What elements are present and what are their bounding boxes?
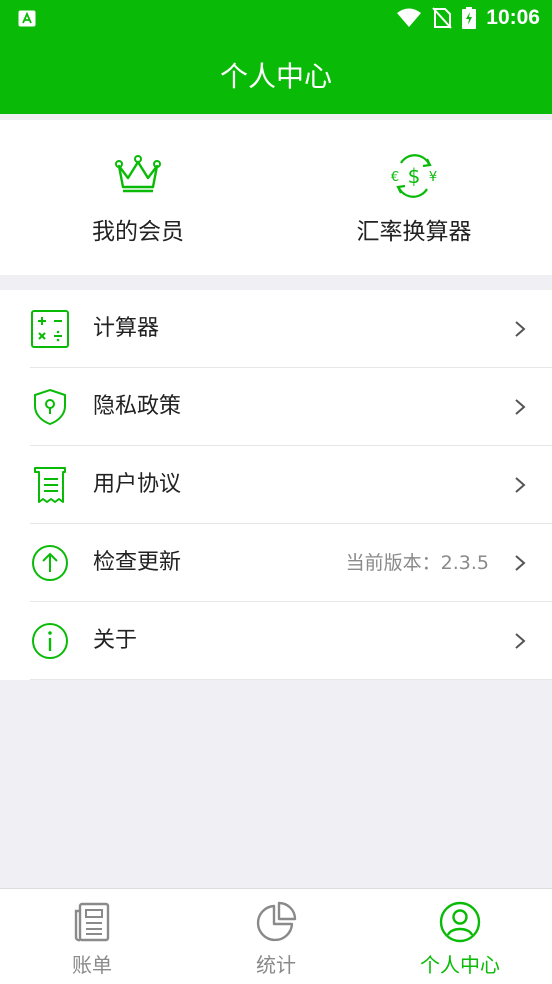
shield-icon bbox=[34, 388, 66, 426]
arrow-up-circle-icon bbox=[32, 545, 68, 581]
wifi-icon bbox=[397, 8, 422, 27]
shortcut-label: 我的会员 bbox=[92, 219, 184, 245]
menu-item-label: 计算器 bbox=[93, 316, 160, 341]
crown-icon bbox=[115, 155, 161, 193]
bill-icon bbox=[74, 902, 110, 942]
pie-chart-icon bbox=[256, 901, 297, 942]
currency-converter-button[interactable]: $ € ¥ 汇率换算器 bbox=[276, 120, 552, 275]
status-icons: 10:06 bbox=[396, 0, 540, 36]
chevron-right-icon bbox=[515, 399, 526, 415]
tab-profile[interactable]: 个人中心 bbox=[368, 889, 552, 984]
shortcut-card: 我的会员 $ € ¥ 汇率换算器 bbox=[0, 120, 552, 275]
tab-label: 个人中心 bbox=[420, 953, 500, 977]
info-icon bbox=[32, 623, 68, 659]
menu-item-label: 隐私政策 bbox=[93, 394, 182, 419]
no-sim-icon bbox=[432, 7, 453, 29]
chevron-right-icon bbox=[515, 633, 526, 649]
menu-item-label: 关于 bbox=[93, 628, 138, 653]
svg-text:€: € bbox=[391, 170, 399, 185]
chevron-right-icon bbox=[515, 555, 526, 571]
menu-item-privacy-policy[interactable]: 隐私政策 bbox=[0, 368, 552, 446]
menu-item-label: 检查更新 bbox=[93, 550, 182, 575]
tab-bills[interactable]: 账单 bbox=[0, 889, 184, 984]
menu-item-label: 用户协议 bbox=[93, 472, 182, 497]
tab-label: 账单 bbox=[72, 953, 112, 977]
menu-item-check-update[interactable]: 检查更新 当前版本：2.3.5 bbox=[0, 524, 552, 602]
calculator-icon bbox=[31, 310, 69, 348]
app-notification-icon bbox=[18, 10, 36, 27]
page-title: 个人中心 bbox=[219, 60, 332, 93]
battery-charging-icon bbox=[462, 7, 477, 29]
settings-list: 计算器 隐私政策 用户协议 检查更新 当前版本：2.3.5 关于 bbox=[0, 290, 552, 680]
chevron-right-icon bbox=[515, 477, 526, 493]
menu-item-calculator[interactable]: 计算器 bbox=[0, 290, 552, 368]
tab-label: 统计 bbox=[256, 953, 296, 977]
shortcut-label: 汇率换算器 bbox=[356, 219, 472, 245]
svg-text:¥: ¥ bbox=[429, 170, 437, 185]
user-icon bbox=[439, 901, 481, 943]
document-icon bbox=[34, 467, 66, 503]
app-version-text: 当前版本：2.3.5 bbox=[345, 552, 489, 574]
chevron-right-icon bbox=[515, 321, 526, 337]
tab-statistics[interactable]: 统计 bbox=[184, 889, 368, 984]
divider bbox=[30, 679, 552, 680]
menu-item-about[interactable]: 关于 bbox=[0, 602, 552, 680]
currency-exchange-icon: $ € ¥ bbox=[391, 154, 437, 198]
status-time: 10:06 bbox=[486, 6, 540, 29]
menu-item-user-agreement[interactable]: 用户协议 bbox=[0, 446, 552, 524]
my-membership-button[interactable]: 我的会员 bbox=[0, 120, 276, 275]
bottom-tab-bar: 账单 统计 个人中心 bbox=[0, 888, 552, 984]
svg-text:$: $ bbox=[408, 164, 421, 188]
title-bar: 个人中心 bbox=[0, 36, 552, 114]
status-bar: 10:06 bbox=[0, 0, 552, 36]
